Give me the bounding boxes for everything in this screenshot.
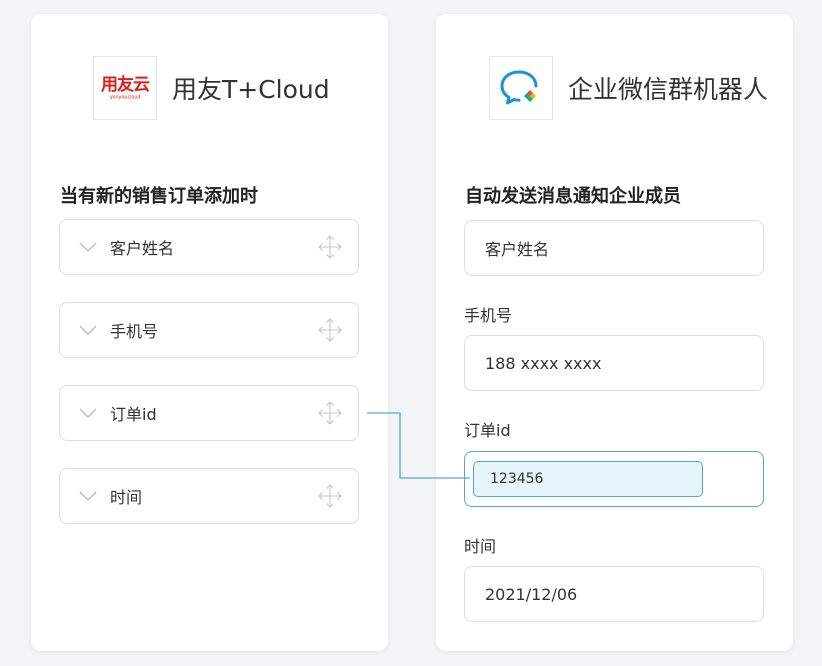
source-field-label: 手机号 <box>110 322 159 341</box>
move-icon[interactable] <box>316 316 344 344</box>
source-app-header: 用友云 yonyoucloud 用友T+Cloud <box>93 56 330 120</box>
target-field-customer-name[interactable]: 客户姓名 <box>464 220 764 276</box>
target-field-label-time: 时间 <box>464 537 497 556</box>
chevron-down-icon[interactable] <box>70 408 106 418</box>
target-field-label-order-id: 订单id <box>464 421 511 440</box>
target-field-time[interactable]: 2021/12/06 <box>464 566 764 622</box>
source-field-order-id[interactable]: 订单id <box>59 385 359 441</box>
move-icon[interactable] <box>316 233 344 261</box>
source-app-name: 用友T+Cloud <box>172 75 330 104</box>
target-field-order-id[interactable]: 123456 <box>464 451 764 507</box>
yonyou-cloud-logo: 用友云 yonyoucloud <box>93 56 157 120</box>
source-field-phone[interactable]: 手机号 <box>59 302 359 358</box>
source-field-time[interactable]: 时间 <box>59 468 359 524</box>
move-icon[interactable] <box>316 399 344 427</box>
source-field-customer-name[interactable]: 客户姓名 <box>59 219 359 275</box>
target-app-header: 企业微信群机器人 <box>489 56 768 120</box>
chevron-down-icon[interactable] <box>70 491 106 501</box>
chevron-down-icon[interactable] <box>70 325 106 335</box>
wecom-robot-logo <box>489 56 553 120</box>
source-field-label: 订单id <box>110 405 157 424</box>
chevron-down-icon[interactable] <box>70 242 106 252</box>
source-field-label: 客户姓名 <box>110 239 175 258</box>
target-panel: 企业微信群机器人 自动发送消息通知企业成员 客户姓名 手机号 188 xxxx … <box>436 14 793 651</box>
move-icon[interactable] <box>316 482 344 510</box>
target-field-phone[interactable]: 188 xxxx xxxx <box>464 335 764 391</box>
trigger-title: 当有新的销售订单添加时 <box>60 186 258 207</box>
logo-subtext: yonyoucloud <box>109 94 141 100</box>
source-panel: 用友云 yonyoucloud 用友T+Cloud 当有新的销售订单添加时 客户… <box>31 14 388 651</box>
target-field-label-phone: 手机号 <box>464 306 513 325</box>
mapped-value-chip[interactable]: 123456 <box>473 461 703 497</box>
action-title: 自动发送消息通知企业成员 <box>465 186 681 207</box>
source-field-label: 时间 <box>110 488 143 507</box>
target-app-name: 企业微信群机器人 <box>568 75 769 104</box>
logo-mark: 用友云 <box>101 74 150 95</box>
